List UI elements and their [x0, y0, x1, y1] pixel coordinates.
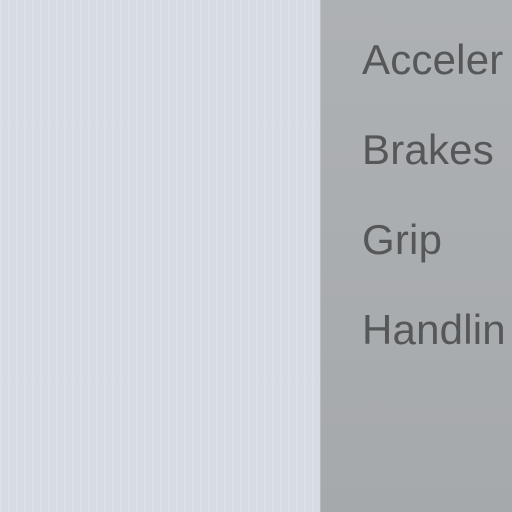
stats-list: Acceler Brakes Grip Handlin [362, 34, 512, 394]
left-blank-panel [0, 0, 320, 512]
stat-handling-label: Handlin [362, 306, 506, 353]
stat-grip-label: Grip [362, 216, 443, 263]
stats-panel: Acceler Brakes Grip Handlin [320, 0, 512, 512]
screen-root: Acceler Brakes Grip Handlin [0, 0, 512, 512]
stat-brakes-label: Brakes [362, 126, 494, 173]
stat-acceleration-label: Acceler [362, 36, 504, 83]
